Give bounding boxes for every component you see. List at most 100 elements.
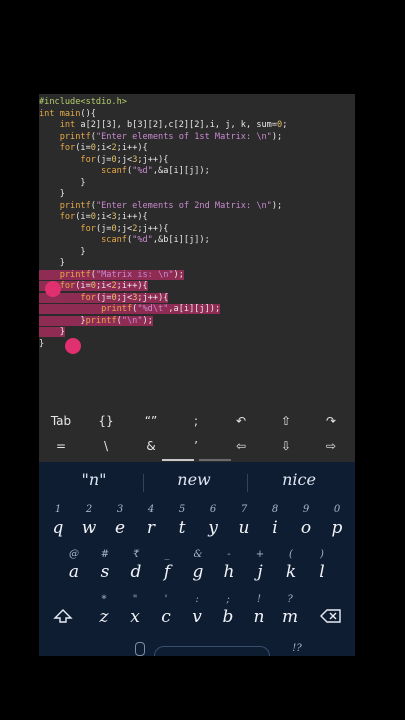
key-v[interactable]: v — [183, 607, 211, 627]
punct-hint: : — [195, 594, 199, 605]
code-token: ;j++){ — [137, 154, 169, 165]
number-hint: 8 — [271, 504, 279, 515]
key-i[interactable]: i — [261, 518, 289, 538]
arrow-right-icon[interactable]: ⇨ — [316, 439, 346, 453]
key-f[interactable]: f — [153, 562, 181, 582]
key-x[interactable]: x — [121, 607, 149, 627]
key-m[interactable]: m — [276, 607, 304, 627]
code-token: for — [80, 223, 96, 234]
code-token: a[2][3], b[3][2],c[2][2],i, j, k, sum= — [80, 120, 278, 130]
suggestion-divider — [247, 474, 248, 492]
key-r[interactable]: r — [137, 518, 165, 538]
code-token: "%d" — [132, 235, 153, 245]
braces-key[interactable]: {} — [91, 414, 121, 428]
code-token: ;i< — [95, 281, 112, 291]
suggestion-3[interactable]: nice — [264, 470, 334, 489]
key-t[interactable]: t — [168, 518, 196, 538]
apostrophe-key[interactable]: ’ — [181, 439, 211, 453]
code-token — [39, 304, 102, 314]
number-hint: 3 — [116, 504, 124, 515]
key-y[interactable]: y — [199, 518, 227, 538]
code-line: } — [39, 258, 65, 270]
ampersand-key[interactable]: & — [136, 439, 166, 453]
key-j[interactable]: j — [246, 562, 274, 582]
selection-end-handle[interactable] — [65, 338, 81, 354]
code-token: scanf — [101, 166, 127, 176]
backspace-icon[interactable] — [320, 608, 342, 624]
key-q[interactable]: q — [44, 518, 72, 538]
key-c[interactable]: c — [152, 607, 180, 627]
symbol-page-indicator — [199, 459, 231, 461]
code-token: (i= — [75, 212, 91, 222]
code-token: ;i++){ — [116, 212, 148, 222]
symbol-page-indicator-active — [162, 459, 194, 461]
undo-icon[interactable]: ↶ — [226, 414, 256, 428]
code-token: for — [59, 143, 76, 153]
code-token: ); — [271, 200, 283, 211]
arrow-left-icon[interactable]: ⇦ — [226, 439, 256, 453]
code-line: printf("Matrix is: \n"); — [39, 269, 184, 282]
code-token: (i= — [75, 281, 91, 291]
tab-key[interactable]: Tab — [46, 414, 76, 428]
punct-hint: " — [132, 594, 138, 605]
redo-icon[interactable]: ↷ — [316, 414, 346, 428]
symbol-hint: - — [227, 549, 231, 560]
selection-start-handle[interactable] — [45, 281, 61, 297]
quotes-key[interactable]: “” — [136, 414, 166, 428]
code-line: } — [39, 178, 85, 190]
code-token: ;j< — [116, 154, 133, 165]
code-token: (j= — [95, 223, 112, 234]
key-s[interactable]: s — [91, 562, 119, 582]
semicolon-key[interactable]: ; — [181, 414, 211, 428]
suggestion-2[interactable]: new — [159, 470, 229, 489]
punct-hint: ' — [164, 594, 168, 605]
code-token: "\n" — [121, 315, 143, 326]
key-n[interactable]: n — [245, 607, 273, 627]
code-token: for — [59, 281, 76, 291]
key-b[interactable]: b — [214, 607, 242, 627]
code-token: (j= — [95, 154, 112, 165]
code-token: } — [39, 189, 65, 199]
key-o[interactable]: o — [292, 518, 320, 538]
key-d[interactable]: d — [122, 562, 150, 582]
suggestion-divider — [143, 474, 144, 492]
key-e[interactable]: e — [106, 518, 134, 538]
code-token: ); — [271, 131, 283, 142]
code-line: }printf("\n"); — [39, 315, 153, 328]
key-g[interactable]: g — [184, 562, 212, 582]
shift-up-icon[interactable]: ⇧ — [271, 414, 301, 428]
key-z[interactable]: z — [90, 607, 118, 627]
key-p[interactable]: p — [323, 518, 351, 538]
shift-icon[interactable] — [53, 608, 73, 624]
backslash-key[interactable]: \ — [91, 439, 121, 453]
code-token: ;j++){ — [137, 223, 169, 234]
key-w[interactable]: w — [75, 518, 103, 538]
code-editor[interactable]: #include<stdio.h> int main(){ int a[2][3]… — [39, 94, 355, 410]
suggestion-1[interactable]: "n" — [59, 470, 129, 489]
key-h[interactable]: h — [215, 562, 243, 582]
code-token: 0 — [111, 292, 117, 303]
code-token: ,&b[i][j]); — [152, 235, 210, 245]
code-token: "Matrix is: \n" — [95, 269, 174, 280]
key-u[interactable]: u — [230, 518, 258, 538]
arrow-down-icon[interactable]: ⇩ — [271, 439, 301, 453]
code-token: int — [59, 120, 81, 130]
equals-key[interactable]: = — [46, 439, 76, 453]
mic-icon[interactable] — [135, 642, 145, 656]
punct-hint: ; — [226, 594, 230, 605]
key-k[interactable]: k — [277, 562, 305, 582]
code-line: printf("Enter elements of 1st Matrix: \n… — [39, 131, 283, 144]
symbol-hint: ( — [289, 549, 293, 560]
key-a[interactable]: a — [60, 562, 88, 582]
code-token: (){ — [80, 108, 96, 119]
key-l[interactable]: l — [308, 562, 336, 582]
code-line: printf("%d\t",a[i][j]); — [39, 304, 221, 316]
code-token: ;i++){ — [116, 281, 148, 291]
space-bar[interactable] — [154, 646, 270, 656]
bottom-hint: !? — [292, 643, 302, 654]
